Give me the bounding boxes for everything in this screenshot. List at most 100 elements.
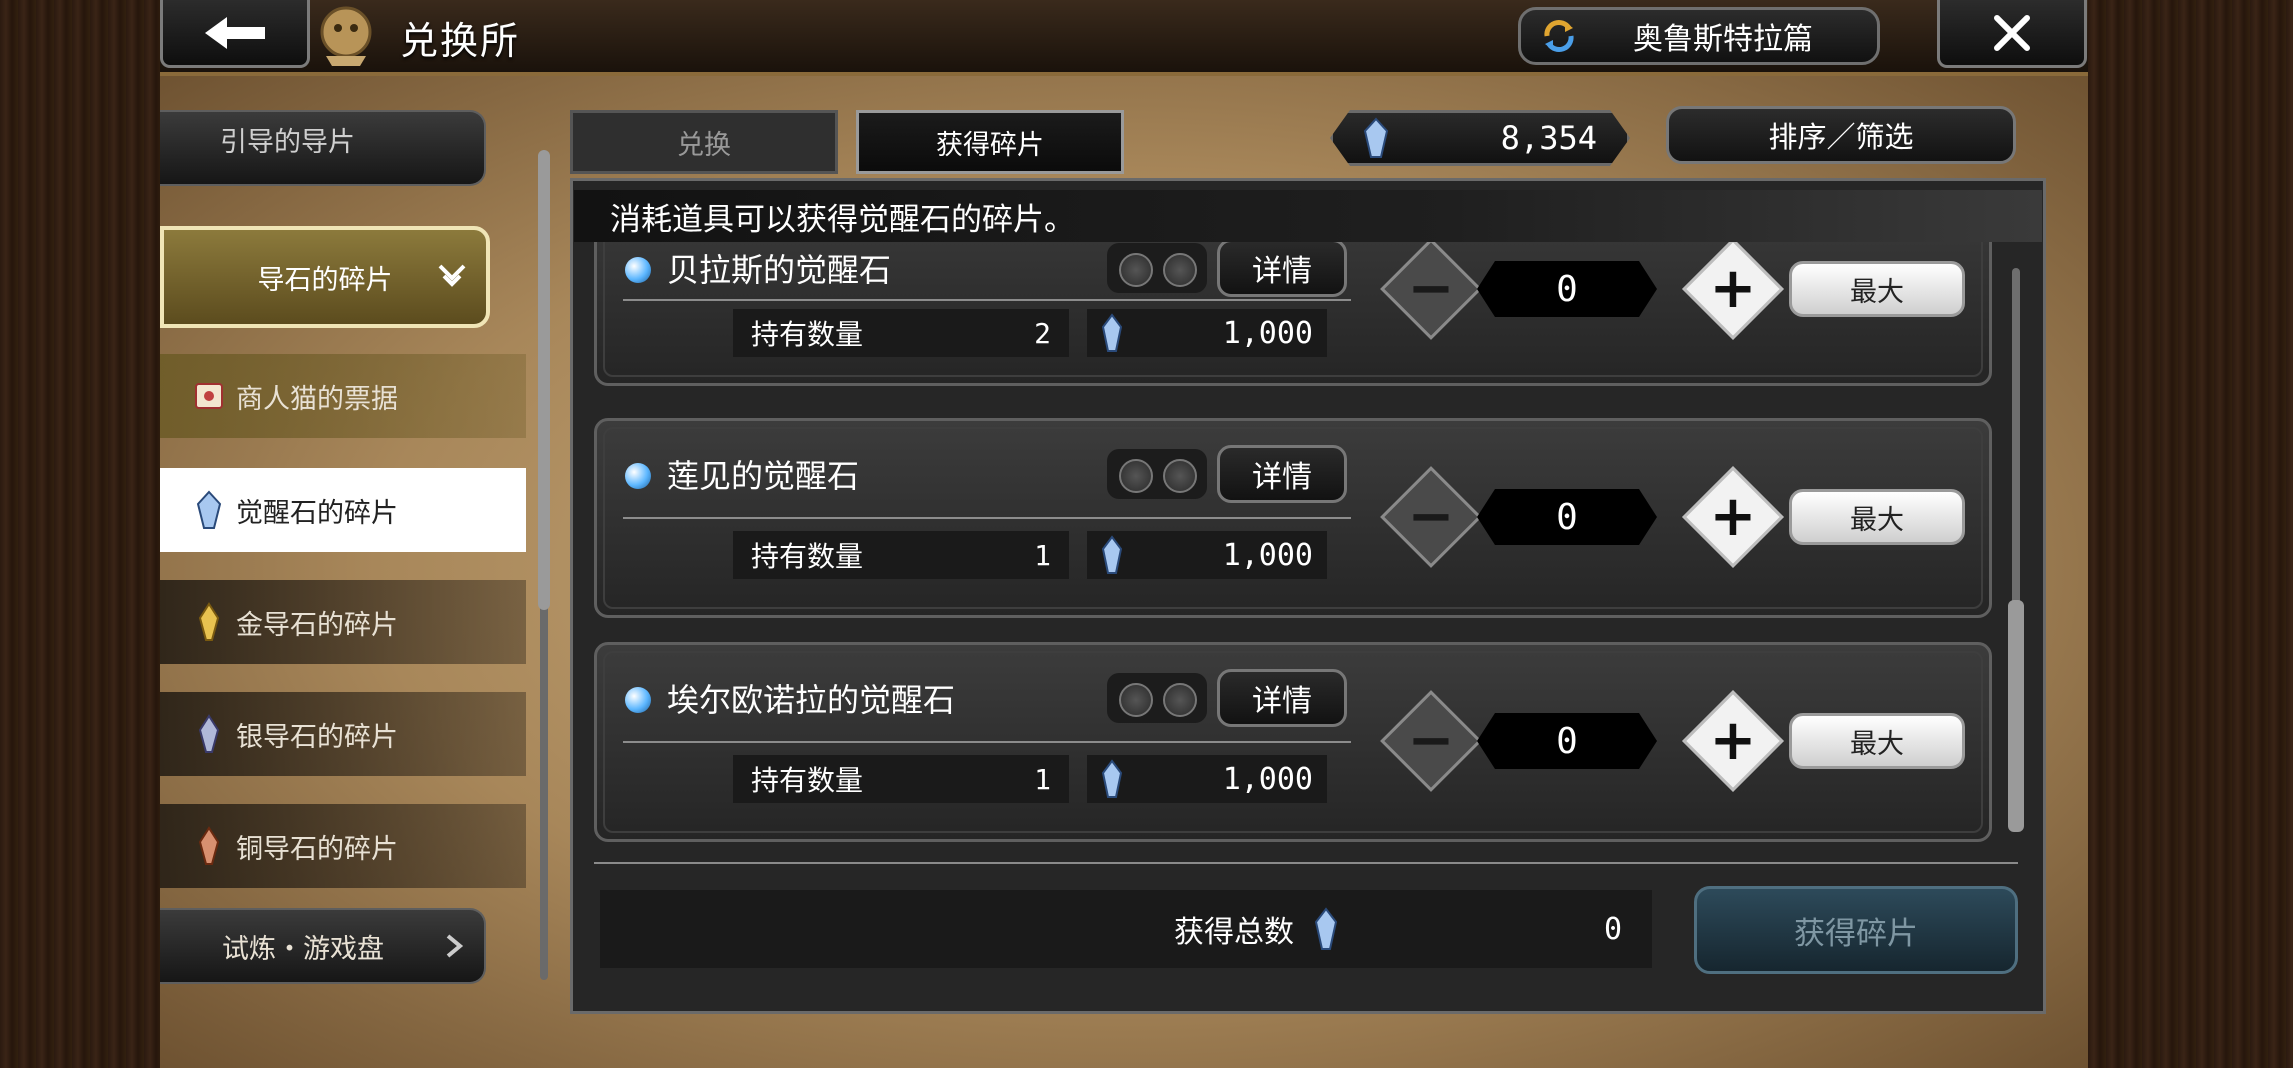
plus-icon: + — [1709, 484, 1757, 549]
list-item: 莲见的觉醒石 详情 持有数量 1 1,000 − 0 + 最大 — [594, 418, 1992, 618]
held-label: 持有数量 — [751, 764, 864, 797]
sidebar-item-label: 金导石的碎片 — [236, 609, 398, 641]
awakening-stone-icon — [625, 687, 651, 713]
tab-exchange[interactable]: 兑换 — [570, 110, 838, 174]
divider — [623, 741, 1351, 743]
cost-value: 1,000 — [1222, 761, 1313, 797]
sidebar-item-label: 觉醒石的碎片 — [236, 497, 398, 529]
sidebar-item-gold-guide-stone-shards[interactable]: 金导石的碎片 — [160, 580, 526, 664]
divider — [623, 517, 1351, 519]
list-scrollbar-thumb[interactable] — [2008, 600, 2024, 832]
ticket-icon — [195, 383, 223, 409]
minus-icon: − — [1407, 484, 1455, 549]
element-icon — [1119, 459, 1153, 493]
sidebar-item-label: 铜导石的碎片 — [236, 833, 398, 865]
total-label: 获得总数 — [1174, 915, 1294, 950]
class-icon — [1163, 459, 1197, 493]
gold-shard-icon — [198, 602, 220, 641]
list-item: 埃尔欧诺拉的觉醒石 详情 持有数量 1 1,000 − 0 + 最大 — [594, 642, 1992, 842]
chevron-right-icon — [446, 934, 464, 958]
element-icon — [1119, 683, 1153, 717]
quantity-display: 0 — [1477, 713, 1657, 769]
close-icon — [1994, 14, 2030, 51]
sidebar-item-merchant-cat-ticket[interactable]: 商人猫的票据 — [160, 354, 526, 438]
detail-button[interactable]: 详情 — [1217, 445, 1347, 503]
item-name: 莲见的觉醒石 — [667, 457, 860, 495]
detail-label: 详情 — [1252, 254, 1312, 289]
divider — [623, 299, 1351, 301]
held-count: 持有数量 2 — [733, 309, 1069, 357]
crystal-icon — [1101, 313, 1123, 352]
tab-obtain-shards[interactable]: 获得碎片 — [856, 110, 1124, 174]
cost-value: 1,000 — [1222, 537, 1313, 573]
detail-button[interactable]: 详情 — [1217, 242, 1347, 297]
wood-frame-left — [0, 0, 160, 1068]
attribute-icons — [1107, 673, 1207, 723]
sidebar-category-guide-stone-shards[interactable]: 导石的碎片 — [160, 226, 490, 328]
sidebar-item-silver-guide-stone-shards[interactable]: 银导石的碎片 — [160, 692, 526, 776]
class-icon — [1163, 253, 1197, 287]
crystal-icon — [196, 490, 222, 529]
sidebar-scrollbar-thumb[interactable] — [538, 150, 550, 610]
plus-icon: + — [1709, 708, 1757, 773]
held-label: 持有数量 — [751, 540, 864, 573]
total-value: 0 — [1603, 911, 1622, 947]
quantity-display: 0 — [1477, 489, 1657, 545]
shard-cost: 1,000 — [1087, 755, 1327, 803]
sidebar-category-label: 试炼・游戏盘 — [222, 933, 384, 965]
sidebar-category-partial[interactable]: 引导的导片 — [160, 110, 486, 186]
held-value: 1 — [1034, 762, 1051, 796]
crystal-icon — [1314, 907, 1338, 950]
currency-value: 8,354 — [1500, 119, 1597, 157]
sidebar-item-label: 商人猫的票据 — [236, 383, 398, 415]
item-name: 贝拉斯的觉醒石 — [667, 251, 892, 289]
obtain-shards-label: 获得碎片 — [1794, 915, 1918, 952]
max-button[interactable]: 最大 — [1789, 713, 1965, 769]
minus-icon: − — [1407, 256, 1455, 321]
item-name: 埃尔欧诺拉的觉醒石 — [667, 681, 956, 719]
quantity-value: 0 — [1556, 720, 1578, 762]
close-button[interactable] — [1937, 0, 2087, 68]
quantity-value: 0 — [1556, 496, 1578, 538]
sidebar-item-awakening-stone-shards[interactable]: 觉醒石的碎片 — [160, 468, 526, 552]
chevron-down-icon — [438, 264, 466, 287]
sort-filter-button[interactable]: 排序／筛选 — [1666, 106, 2016, 164]
quantity-value: 0 — [1556, 268, 1578, 310]
attribute-icons — [1107, 449, 1207, 499]
footer-divider — [594, 862, 2018, 864]
detail-label: 详情 — [1252, 460, 1312, 495]
held-count: 持有数量 1 — [733, 531, 1069, 579]
tab-label: 兑换 — [677, 129, 731, 161]
sidebar-category-trial-board[interactable]: 试炼・游戏盘 — [160, 908, 486, 984]
region-label: 奥鲁斯特拉篇 — [1633, 22, 1813, 57]
back-button[interactable] — [160, 0, 310, 68]
max-button[interactable]: 最大 — [1789, 489, 1965, 545]
sort-filter-label: 排序／筛选 — [1768, 120, 1914, 154]
refresh-icon — [1544, 20, 1574, 52]
total-obtain-bar: 获得总数 0 — [600, 890, 1652, 968]
sidebar-item-label: 银导石的碎片 — [236, 721, 398, 753]
tab-label: 获得碎片 — [936, 129, 1044, 161]
region-switch-button[interactable]: 奥鲁斯特拉篇 — [1518, 7, 1880, 65]
awakening-stone-icon — [625, 257, 651, 283]
crystal-icon — [1101, 535, 1123, 574]
max-button[interactable]: 最大 — [1789, 261, 1965, 317]
cost-value: 1,000 — [1222, 315, 1313, 351]
info-banner: 消耗道具可以获得觉醒石的碎片。 — [574, 190, 2042, 242]
held-value: 2 — [1034, 316, 1051, 350]
detail-button[interactable]: 详情 — [1217, 669, 1347, 727]
class-icon — [1163, 683, 1197, 717]
element-icon — [1119, 253, 1153, 287]
held-value: 1 — [1034, 538, 1051, 572]
held-count: 持有数量 1 — [733, 755, 1069, 803]
info-banner-text: 消耗道具可以获得觉醒石的碎片。 — [610, 201, 1075, 238]
obtain-shards-button[interactable]: 获得碎片 — [1694, 886, 2018, 974]
shard-cost: 1,000 — [1087, 309, 1327, 357]
minus-icon: − — [1407, 708, 1455, 773]
held-label: 持有数量 — [751, 318, 864, 351]
max-label: 最大 — [1850, 728, 1904, 760]
plus-icon: + — [1709, 256, 1757, 321]
sidebar-category-partial-label: 引导的导片 — [220, 127, 355, 158]
sidebar-item-copper-guide-stone-shards[interactable]: 铜导石的碎片 — [160, 804, 526, 888]
attribute-icons — [1107, 243, 1207, 293]
